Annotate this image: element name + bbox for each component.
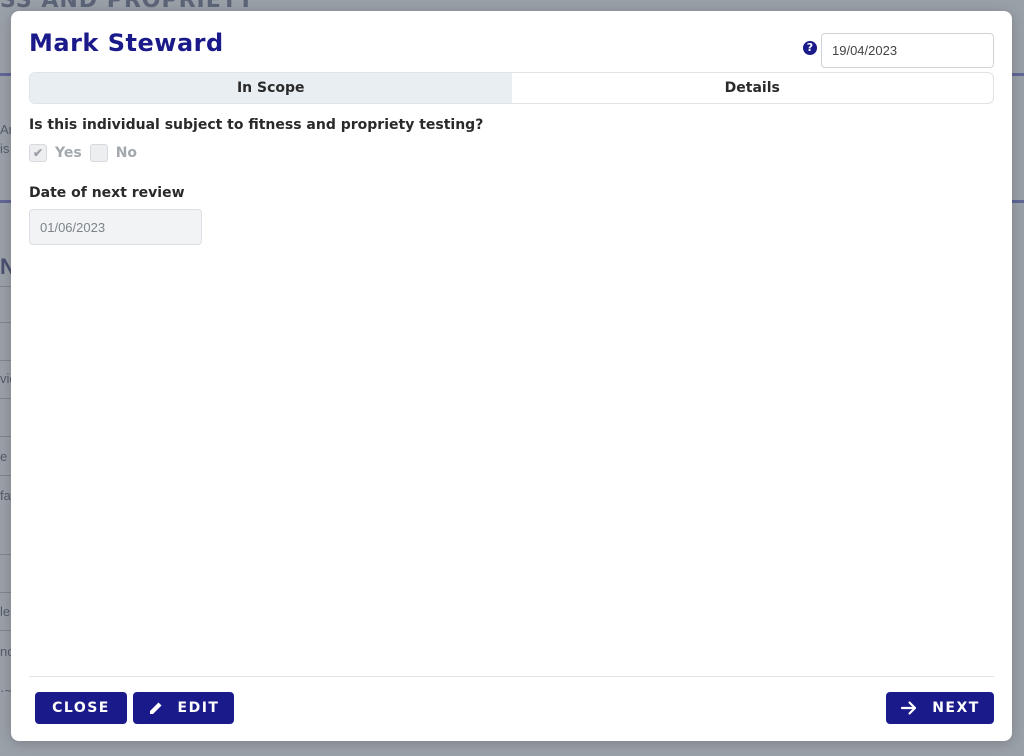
background-rule [1010,73,1024,76]
no-checkbox[interactable] [89,144,108,162]
date-field[interactable] [821,33,994,68]
close-button-label: CLOSE [52,700,110,716]
tab-bar: In Scope Details [29,72,994,104]
footer-divider [29,676,994,677]
background-text: fa [0,488,11,503]
arrow-right-icon [900,700,918,716]
question-circle-icon[interactable]: ? [803,41,817,55]
yes-label: Yes [55,145,82,161]
tab-in-scope[interactable]: In Scope [30,73,512,103]
edit-button-label: EDIT [177,700,220,716]
background-text: e [0,449,8,464]
fitness-options: ✔ Yes No [29,144,145,162]
close-button[interactable]: CLOSE [35,692,127,724]
dialog-title: Mark Steward [29,29,224,57]
checkmark-icon: ✔ [32,146,44,160]
edit-button[interactable]: EDIT [133,692,234,724]
next-review-label: Date of next review [29,185,185,201]
next-review-field[interactable] [29,209,202,245]
background-text: le [0,604,11,619]
yes-checkbox[interactable]: ✔ [29,144,47,162]
pencil-icon [148,700,164,716]
person-dialog: Mark Steward ? In Scope Details Is this … [11,11,1012,741]
background-rule [1010,200,1024,203]
background-text: is [0,141,10,156]
next-button[interactable]: NEXT [886,692,994,724]
fitness-question-label: Is this individual subject to fitness an… [29,117,484,133]
next-button-label: NEXT [932,700,980,716]
no-label: No [115,145,138,161]
tab-details[interactable]: Details [512,73,994,103]
